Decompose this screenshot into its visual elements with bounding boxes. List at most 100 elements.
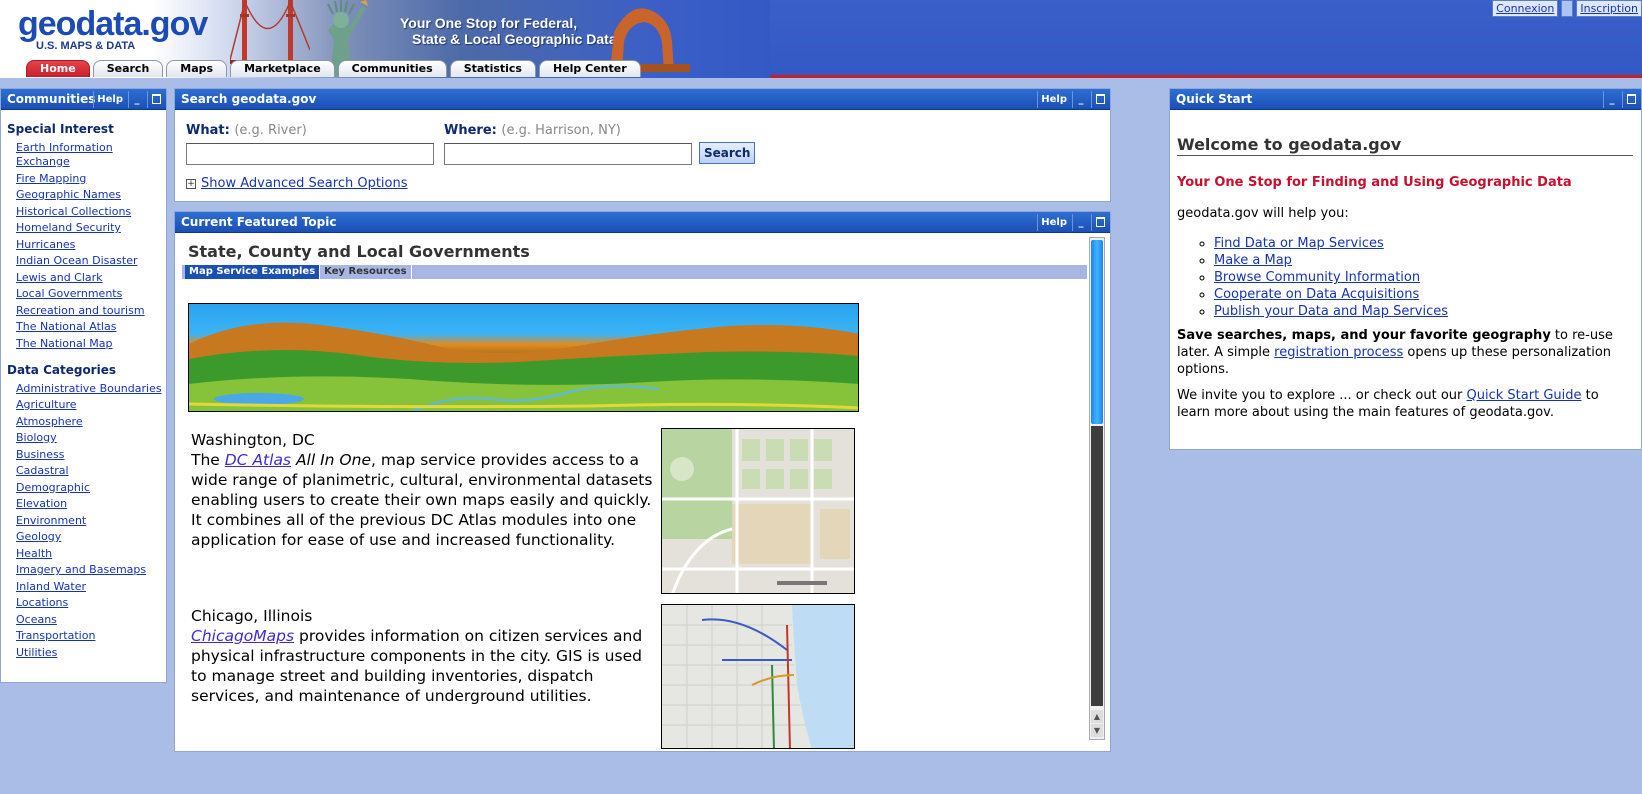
quickstart-links: Find Data or Map Services Make a Map Bro… (1196, 235, 1448, 320)
community-link-the-national-map[interactable]: The National Map (16, 337, 113, 350)
list-item: The National Atlas (16, 320, 166, 334)
category-link-imagery-and-basemaps[interactable]: Imagery and Basemaps (16, 563, 146, 576)
category-link-transportation[interactable]: Transportation (16, 629, 95, 642)
category-link-administrative-boundaries[interactable]: Administrative Boundaries (16, 382, 162, 395)
make-map-link[interactable]: Make a Map (1214, 253, 1292, 268)
category-link-agriculture[interactable]: Agriculture (16, 398, 77, 411)
minimize-button[interactable]: _ (128, 91, 145, 108)
category-link-cadastral[interactable]: Cadastral (16, 464, 69, 477)
category-link-health[interactable]: Health (16, 547, 52, 560)
communities-portlet: Communities Help _ Special Interest Eart… (0, 88, 167, 683)
search-title: Search geodata.gov (181, 92, 317, 106)
expand-icon: + (186, 179, 196, 189)
category-link-business[interactable]: Business (16, 448, 65, 461)
community-link-local-governments[interactable]: Local Governments (16, 287, 122, 300)
quick-start-portlet: Quick Start _ Welcome to geodata.gov You… (1169, 88, 1642, 450)
tab-maps[interactable]: Maps (166, 60, 228, 77)
registration-link[interactable]: registration process (1274, 345, 1403, 360)
dc-atlas-link[interactable]: DC Atlas (225, 451, 291, 469)
login-link[interactable]: Connexion (1492, 0, 1559, 17)
category-link-biology[interactable]: Biology (16, 431, 57, 444)
portlet-controls: Help _ (93, 91, 164, 108)
what-input[interactable] (186, 143, 434, 165)
publish-link[interactable]: Publish your Data and Map Services (1214, 304, 1448, 319)
tab-home[interactable]: Home (26, 60, 90, 77)
maximize-button[interactable] (147, 91, 164, 108)
chicago-place: Chicago, Illinois (191, 607, 313, 625)
advanced-search-toggle[interactable]: + Show Advanced Search Options (186, 176, 408, 191)
list-item: Oceans (16, 613, 166, 627)
tab-communities[interactable]: Communities (337, 60, 447, 77)
quick-start-guide-link[interactable]: Quick Start Guide (1467, 388, 1582, 403)
invite-paragraph: We invite you to explore ... or check ou… (1177, 387, 1633, 421)
community-link-historical-collections[interactable]: Historical Collections (16, 205, 131, 218)
advanced-search-link[interactable]: Show Advanced Search Options (201, 176, 408, 191)
chicago-feature: Chicago, Illinois ChicagoMaps provides i… (191, 606, 657, 706)
category-link-atmosphere[interactable]: Atmosphere (16, 415, 83, 428)
list-item: Hurricanes (16, 238, 166, 252)
featured-title: Current Featured Topic (181, 215, 337, 229)
featured-scrollbar[interactable]: ▲ ▼ (1089, 237, 1105, 740)
minimize-button[interactable]: _ (1072, 214, 1089, 231)
scroll-up-icon[interactable]: ▲ (1091, 710, 1103, 723)
category-link-utilities[interactable]: Utilities (16, 646, 57, 659)
search-button[interactable]: Search (699, 142, 756, 164)
category-link-oceans[interactable]: Oceans (16, 613, 57, 626)
list-item: Business (16, 448, 166, 462)
community-link-fire-mapping[interactable]: Fire Mapping (16, 172, 86, 185)
community-link-hurricanes[interactable]: Hurricanes (16, 238, 75, 251)
main-nav-tabs: Home Search Maps Marketplace Communities… (26, 60, 641, 77)
scroll-down-icon[interactable]: ▼ (1091, 724, 1103, 737)
tab-statistics[interactable]: Statistics (449, 60, 536, 77)
where-input[interactable] (444, 143, 692, 165)
category-link-environment[interactable]: Environment (16, 514, 86, 527)
scroll-thumb[interactable] (1091, 240, 1103, 424)
category-link-inland-water[interactable]: Inland Water (16, 580, 86, 593)
scroll-track[interactable] (1091, 426, 1103, 706)
register-link[interactable]: Inscription (1576, 0, 1642, 17)
quickstart-title-bar: Quick Start _ (1170, 89, 1641, 110)
list-item: Imagery and Basemaps (16, 563, 166, 577)
where-label-text: Where: (444, 123, 497, 138)
category-link-elevation[interactable]: Elevation (16, 497, 67, 510)
community-link-geographic-names[interactable]: Geographic Names (16, 188, 121, 201)
category-link-geology[interactable]: Geology (16, 530, 61, 543)
subtab-map-service-examples[interactable]: Map Service Examples (185, 265, 321, 279)
list-item: Administrative Boundaries (16, 382, 166, 396)
featured-title-bar: Current Featured Topic Help _ (175, 212, 1110, 233)
find-data-link[interactable]: Find Data or Map Services (1214, 236, 1384, 251)
minimize-button[interactable]: _ (1603, 91, 1620, 108)
what-label-text: What: (186, 123, 230, 138)
browse-community-link[interactable]: Browse Community Information (1214, 270, 1420, 285)
save-paragraph: Save searches, maps, and your favorite g… (1177, 327, 1633, 378)
help-button[interactable]: Help (93, 91, 126, 108)
minimize-button[interactable]: _ (1072, 91, 1089, 108)
community-link-recreation-and-tourism[interactable]: Recreation and tourism (16, 304, 145, 317)
chicagomaps-link[interactable]: ChicagoMaps (191, 627, 294, 645)
cooperate-link[interactable]: Cooperate on Data Acquisitions (1214, 287, 1419, 302)
data-categories-list: Administrative Boundaries Agriculture Atmo… (1, 382, 166, 660)
category-link-locations[interactable]: Locations (16, 596, 68, 609)
dc-map-thumbnail[interactable] (661, 428, 855, 594)
chicago-map-thumbnail[interactable] (661, 604, 855, 749)
community-link-lewis-and-clark[interactable]: Lewis and Clark (16, 271, 103, 284)
maximize-button[interactable] (1091, 91, 1108, 108)
portlet-controls: _ (1603, 91, 1639, 108)
subtab-key-resources[interactable]: Key Resources (320, 265, 412, 279)
tab-search[interactable]: Search (92, 60, 164, 77)
category-link-demographic[interactable]: Demographic (16, 481, 90, 494)
community-link-indian-ocean-disaster[interactable]: Indian Ocean Disaster (16, 254, 137, 267)
list-item: Environment (16, 514, 166, 528)
maximize-button[interactable] (1622, 91, 1639, 108)
tab-marketplace[interactable]: Marketplace (230, 60, 335, 77)
portlet-controls: Help _ (1037, 214, 1108, 231)
community-link-earth-information-exchange[interactable]: Earth Information Exchange (16, 141, 113, 168)
help-button[interactable]: Help (1037, 91, 1070, 108)
community-link-homeland-security[interactable]: Homeland Security (16, 221, 121, 234)
where-hint: (e.g. Harrison, NY) (501, 123, 621, 138)
maximize-button[interactable] (1091, 214, 1108, 231)
community-link-the-national-atlas[interactable]: The National Atlas (16, 320, 116, 333)
help-button[interactable]: Help (1037, 214, 1070, 231)
site-logo[interactable]: geodata.gov (18, 6, 208, 42)
tab-help-center[interactable]: Help Center (538, 60, 641, 77)
